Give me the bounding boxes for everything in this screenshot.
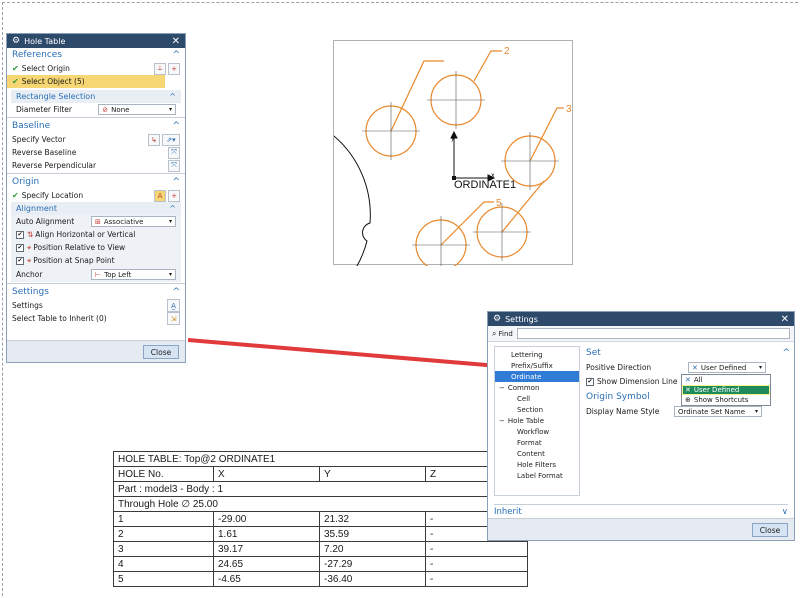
- cell: 2: [113, 526, 214, 542]
- checkbox[interactable]: ✔: [586, 377, 594, 386]
- positive-direction-label: Positive Direction: [586, 363, 652, 372]
- dropdown-option-all[interactable]: ✕ All: [682, 375, 770, 385]
- tree-label: Common: [507, 383, 540, 392]
- table-row: 1 -29.00 21.32-: [113, 511, 528, 527]
- show-dimension-line-label: Show Dimension Line: [597, 377, 678, 386]
- section-set[interactable]: Set ^: [584, 346, 792, 360]
- cell: 5: [113, 571, 214, 587]
- table-row: 4 24.65 -27.29-: [113, 556, 528, 572]
- tree-item-workflow[interactable]: Workflow: [495, 426, 579, 437]
- positive-direction-select[interactable]: ✕ User Defined ▾: [688, 362, 766, 373]
- chevron-down-icon[interactable]: ∨: [782, 507, 788, 517]
- axis-icon: ✕: [685, 376, 691, 384]
- tree-item-prefix-suffix[interactable]: Prefix/Suffix: [495, 360, 579, 371]
- table-row: 3 39.17 7.20-: [113, 541, 528, 557]
- positive-direction-dropdown: ✕ All ✕ User Defined ⊕ Show Shortcuts: [681, 374, 771, 406]
- hole-table-title: HOLE TABLE: Top@2 ORDINATE1: [113, 451, 528, 467]
- positive-direction-value: User Defined: [700, 363, 747, 372]
- cell: -4.65: [213, 571, 320, 587]
- tree-item-format[interactable]: Format: [495, 437, 579, 448]
- dialog-title: Settings: [505, 314, 538, 324]
- cell: 21.32: [319, 511, 426, 527]
- display-name-select[interactable]: Ordinate Set Name ▾: [674, 406, 762, 417]
- display-name-value: Ordinate Set Name: [678, 407, 746, 416]
- option-label: User Defined: [693, 386, 740, 394]
- close-button[interactable]: Close: [752, 523, 788, 537]
- tree-item-common[interactable]: − Common: [495, 382, 579, 393]
- binoculars-icon: ⌕: [492, 328, 497, 338]
- axis-icon: ✕: [692, 363, 698, 372]
- option-label: All: [693, 376, 703, 384]
- cell: 3: [113, 541, 214, 557]
- header-cell: X: [213, 466, 320, 482]
- selected-option: ✕ User Defined: [683, 386, 769, 394]
- shortcuts-icon: ⊕: [685, 396, 691, 404]
- cell: -27.29: [319, 556, 426, 572]
- tree-label: Hole Table: [507, 416, 544, 425]
- display-name-label: Display Name Style: [586, 407, 660, 416]
- tree-item-label-format[interactable]: Label Format: [495, 470, 579, 481]
- tree-item-cell[interactable]: Cell: [495, 393, 579, 404]
- dropdown-option-show-shortcuts[interactable]: ⊕ Show Shortcuts: [682, 395, 770, 405]
- cell: 24.65: [213, 556, 320, 572]
- section-label: Origin Symbol: [586, 392, 650, 402]
- chevron-down-icon: ▾: [758, 364, 762, 371]
- cell: 4: [113, 556, 214, 572]
- table-row: 2 1.61 35.59-: [113, 526, 528, 542]
- tree-item-content[interactable]: Content: [495, 448, 579, 459]
- table-row: 5 -4.65 -36.40-: [113, 571, 528, 587]
- chevron-down-icon: ▾: [754, 408, 758, 415]
- cell: -: [425, 556, 528, 572]
- positive-direction-row: Positive Direction ✕ User Defined ▾: [584, 360, 792, 375]
- cell: -: [425, 571, 528, 587]
- part-row: Part : model3 - Body : 1: [113, 481, 528, 497]
- settings-tree: Lettering Prefix/Suffix Ordinate − Common…: [494, 346, 580, 496]
- section-inherit[interactable]: Inherit ∨: [494, 504, 788, 518]
- dialog-title-bar: ⚙ Settings ✕: [488, 312, 794, 326]
- dialog-footer: Close: [488, 518, 794, 540]
- cell: 35.59: [319, 526, 426, 542]
- tree-item-section[interactable]: Section: [495, 404, 579, 415]
- find-bar: ⌕ Find: [488, 326, 794, 342]
- collapse-icon[interactable]: −: [499, 384, 505, 392]
- section-label: Set: [586, 348, 601, 358]
- gear-icon: ⚙: [493, 314, 502, 324]
- close-icon[interactable]: ✕: [781, 314, 789, 325]
- through-hole-row: Through Hole ∅ 25.00: [113, 496, 528, 512]
- collapse-icon[interactable]: −: [499, 417, 505, 425]
- option-label: Show Shortcuts: [693, 396, 749, 404]
- dropdown-option-user-defined[interactable]: ✕ User Defined: [682, 385, 770, 395]
- cell: -36.40: [319, 571, 426, 587]
- cell: 1: [113, 511, 214, 527]
- cell: -: [425, 541, 528, 557]
- tree-item-hole-filters[interactable]: Hole Filters: [495, 459, 579, 470]
- find-label: Find: [498, 329, 513, 338]
- cell: 7.20: [319, 541, 426, 557]
- display-name-row: Display Name Style Ordinate Set Name ▾: [584, 404, 792, 419]
- cell: 1.61: [213, 526, 320, 542]
- find-input[interactable]: [516, 328, 790, 339]
- cell: -29.00: [213, 511, 320, 527]
- cell: 39.17: [213, 541, 320, 557]
- tree-item-hole-table[interactable]: − Hole Table: [495, 415, 579, 426]
- header-cell: Y: [319, 466, 426, 482]
- hole-table: HOLE TABLE: Top@2 ORDINATE1 HOLE No. X Y…: [113, 451, 528, 587]
- tree-item-ordinate[interactable]: Ordinate: [495, 371, 579, 382]
- axis-icon: ✕: [685, 386, 691, 394]
- section-label: Inherit: [494, 506, 522, 517]
- tree-item-lettering[interactable]: Lettering: [495, 349, 579, 360]
- settings-dialog: ⚙ Settings ✕ ⌕ Find Lettering Prefix/Suf…: [487, 311, 795, 541]
- chevron-up-icon[interactable]: ^: [782, 348, 790, 358]
- header-cell: HOLE No.: [113, 466, 214, 482]
